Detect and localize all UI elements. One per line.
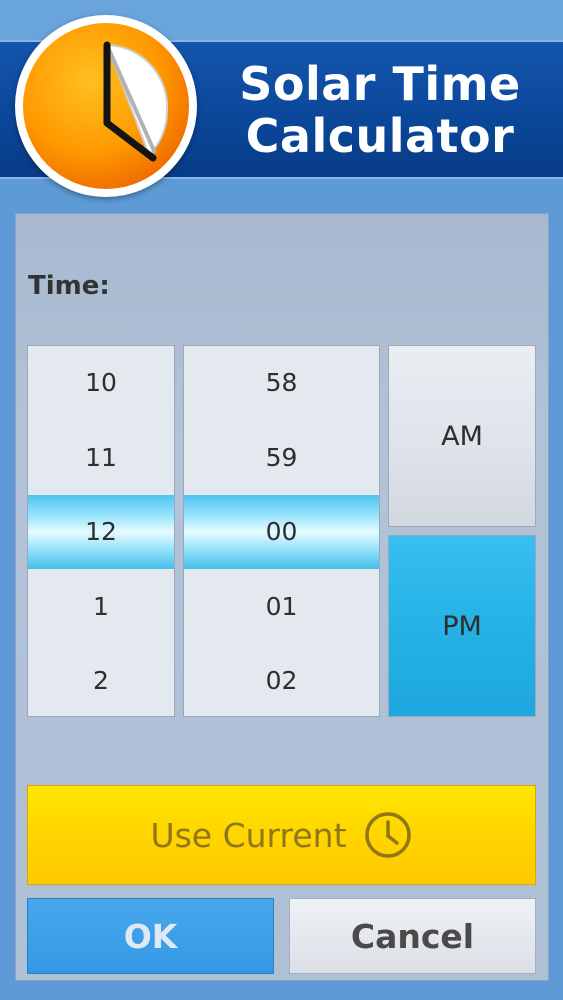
minute-option[interactable]: 59: [184, 421, 379, 495]
hour-option-selected[interactable]: 12: [28, 495, 174, 569]
ok-button[interactable]: OK: [27, 898, 274, 974]
minute-option[interactable]: 01: [184, 570, 379, 644]
minute-picker[interactable]: 58 59 00 01 02: [183, 345, 380, 717]
clock-logo-icon: [15, 15, 197, 197]
minute-option[interactable]: 58: [184, 346, 379, 420]
time-label: Time:: [28, 271, 110, 301]
use-current-label: Use Current: [150, 815, 347, 855]
hour-option[interactable]: 1: [28, 570, 174, 644]
cancel-button[interactable]: Cancel: [289, 898, 536, 974]
hour-option[interactable]: 11: [28, 421, 174, 495]
hour-picker[interactable]: 10 11 12 1 2: [27, 345, 175, 717]
app-title: Solar Time Calculator: [205, 58, 555, 162]
minute-option-selected[interactable]: 00: [184, 495, 379, 569]
am-toggle-button[interactable]: AM: [388, 345, 536, 527]
use-current-button[interactable]: Use Current: [27, 785, 536, 885]
pm-toggle-button[interactable]: PM: [388, 535, 536, 717]
clock-icon: [364, 812, 411, 858]
hour-option[interactable]: 2: [28, 644, 174, 716]
app-title-line2: Calculator: [245, 109, 515, 163]
hour-option[interactable]: 10: [28, 346, 174, 420]
minute-option[interactable]: 02: [184, 644, 379, 716]
app-title-line1: Solar Time: [239, 57, 521, 111]
